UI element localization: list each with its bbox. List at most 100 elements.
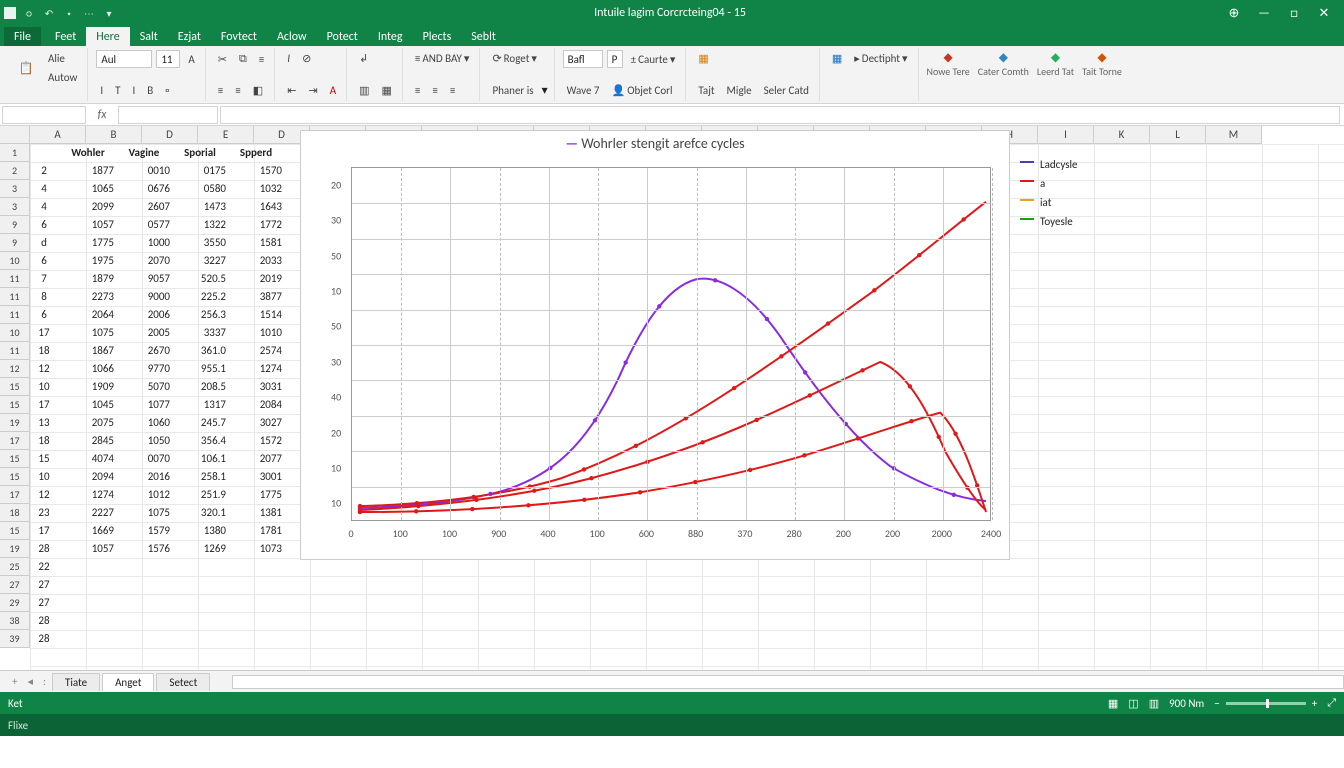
row-header[interactable]: 19 [0,414,30,432]
cell[interactable]: 27 [30,594,62,612]
cell[interactable]: 2227 [62,504,118,522]
cell[interactable]: 17 [30,522,62,540]
select-all-corner[interactable] [0,126,30,144]
chart-icon-1[interactable]: ◆ [927,50,970,65]
qat-undo-icon[interactable]: ↶ [42,6,56,20]
cell[interactable]: 10 [30,378,62,396]
row-header[interactable]: 1 [0,144,30,162]
cell[interactable]: 2064 [62,306,118,324]
cell[interactable]: 1274 [230,360,286,378]
cell[interactable]: 1975 [62,252,118,270]
row-header[interactable]: 11 [0,306,30,324]
cell[interactable]: 1000 [118,234,174,252]
cell[interactable]: Wohler [62,144,118,162]
cell[interactable]: 2033 [230,252,286,270]
cell[interactable]: 10 [30,468,62,486]
cell[interactable]: 28 [30,540,62,558]
row-header[interactable]: 27 [0,576,30,594]
sheet-nav-prev-icon[interactable]: + [8,675,21,688]
cell[interactable]: 3027 [230,414,286,432]
clipboard-item-1[interactable]: Alie [44,50,81,67]
wave-btn[interactable]: Wave 7 [563,82,604,99]
row-header[interactable]: 10 [0,324,30,342]
align-center-icon[interactable]: ≡ [428,82,441,99]
align-right-icon[interactable]: ≡ [446,82,459,99]
fx-icon[interactable]: fx [88,108,116,122]
chart-insert-icon[interactable]: ▦ [828,50,846,67]
row-header[interactable]: 9 [0,234,30,252]
tab-plects[interactable]: Plects [413,27,462,46]
bafl-combo[interactable]: Bafl [563,50,603,68]
close-button[interactable]: ✕ [1314,6,1334,21]
row-header[interactable]: 18 [0,504,30,522]
sheet-tab-3[interactable]: Setect [156,673,210,691]
insert-cell-icon[interactable]: ▦ [694,50,712,67]
row-header[interactable]: 12 [0,360,30,378]
clear-icon[interactable]: ⊘ [298,50,315,67]
cell[interactable]: 9000 [118,288,174,306]
cell[interactable]: 0676 [118,180,174,198]
cell[interactable]: 1877 [62,162,118,180]
cell[interactable]: 2094 [62,468,118,486]
chart-icon-3[interactable]: ◆ [1037,50,1074,65]
cell[interactable]: 2273 [62,288,118,306]
cell[interactable]: 4 [30,180,62,198]
paste-icon[interactable]: 📋 [12,54,40,82]
align-icon-1[interactable]: ≡ [255,51,268,68]
cell[interactable]: 3877 [230,288,286,306]
cell[interactable]: 1057 [62,216,118,234]
row-header[interactable]: 29 [0,594,30,612]
cell[interactable]: 1010 [230,324,286,342]
cell[interactable]: 1045 [62,396,118,414]
cell[interactable]: 0577 [118,216,174,234]
font-size-combo[interactable]: 11 [156,50,180,68]
roget-btn[interactable]: ⟳ Roget ▾ [488,50,540,67]
formula-input[interactable] [220,106,1340,124]
qat-dropdown-icon[interactable]: ▾ [102,6,116,20]
cell[interactable]: 12 [30,486,62,504]
cell[interactable]: 6 [30,216,62,234]
cell[interactable]: 258.1 [174,468,230,486]
font-grow-icon[interactable]: A [184,51,198,68]
cell[interactable]: 3001 [230,468,286,486]
cell[interactable]: 17 [30,324,62,342]
row-header[interactable]: 15 [0,450,30,468]
font-btn-2[interactable]: T [111,82,124,99]
cell[interactable]: 1643 [230,198,286,216]
p-combo[interactable]: P [607,50,623,68]
horizontal-scrollbar[interactable] [232,675,1344,689]
cell[interactable]: 2607 [118,198,174,216]
cut-icon[interactable]: ✂ [214,51,231,68]
cell[interactable]: 1775 [62,234,118,252]
cell[interactable]: 2006 [118,306,174,324]
cell[interactable]: 2670 [118,342,174,360]
row-header[interactable]: 11 [0,270,30,288]
font-btn-4[interactable]: B [143,82,157,99]
cell[interactable]: 1269 [174,540,230,558]
font-btn-1[interactable]: I [96,82,107,99]
cell[interactable]: 2070 [118,252,174,270]
cell[interactable]: 520.5 [174,270,230,288]
cell[interactable]: 1781 [230,522,286,540]
objet-btn[interactable]: 👤 Objet Corl [608,82,677,99]
row-header[interactable]: 15 [0,378,30,396]
cell[interactable]: 3337 [174,324,230,342]
cell[interactable]: 1909 [62,378,118,396]
clipboard-item-2[interactable]: Autow [44,69,81,86]
cell[interactable]: 1572 [230,432,286,450]
cell[interactable]: 1075 [118,504,174,522]
row-header[interactable]: 3 [0,198,30,216]
cell[interactable]: 22 [30,558,62,576]
row-header[interactable]: 11 [0,288,30,306]
cell[interactable]: 0010 [118,162,174,180]
cell[interactable]: 955.1 [174,360,230,378]
tajt-btn[interactable]: Tajt [694,82,718,99]
qat-save-icon[interactable]: ○ [22,6,36,20]
cell[interactable]: 225.2 [174,288,230,306]
dectipht-btn[interactable]: ▸ Dectipht ▾ [850,50,911,67]
embedded-chart[interactable]: — Wohrler stengit arefce cycles 20305010… [300,130,1010,560]
cell[interactable]: 2084 [230,396,286,414]
tab-feet[interactable]: Feet [45,27,86,46]
cell[interactable]: 245.7 [174,414,230,432]
row-header[interactable]: 3 [0,180,30,198]
